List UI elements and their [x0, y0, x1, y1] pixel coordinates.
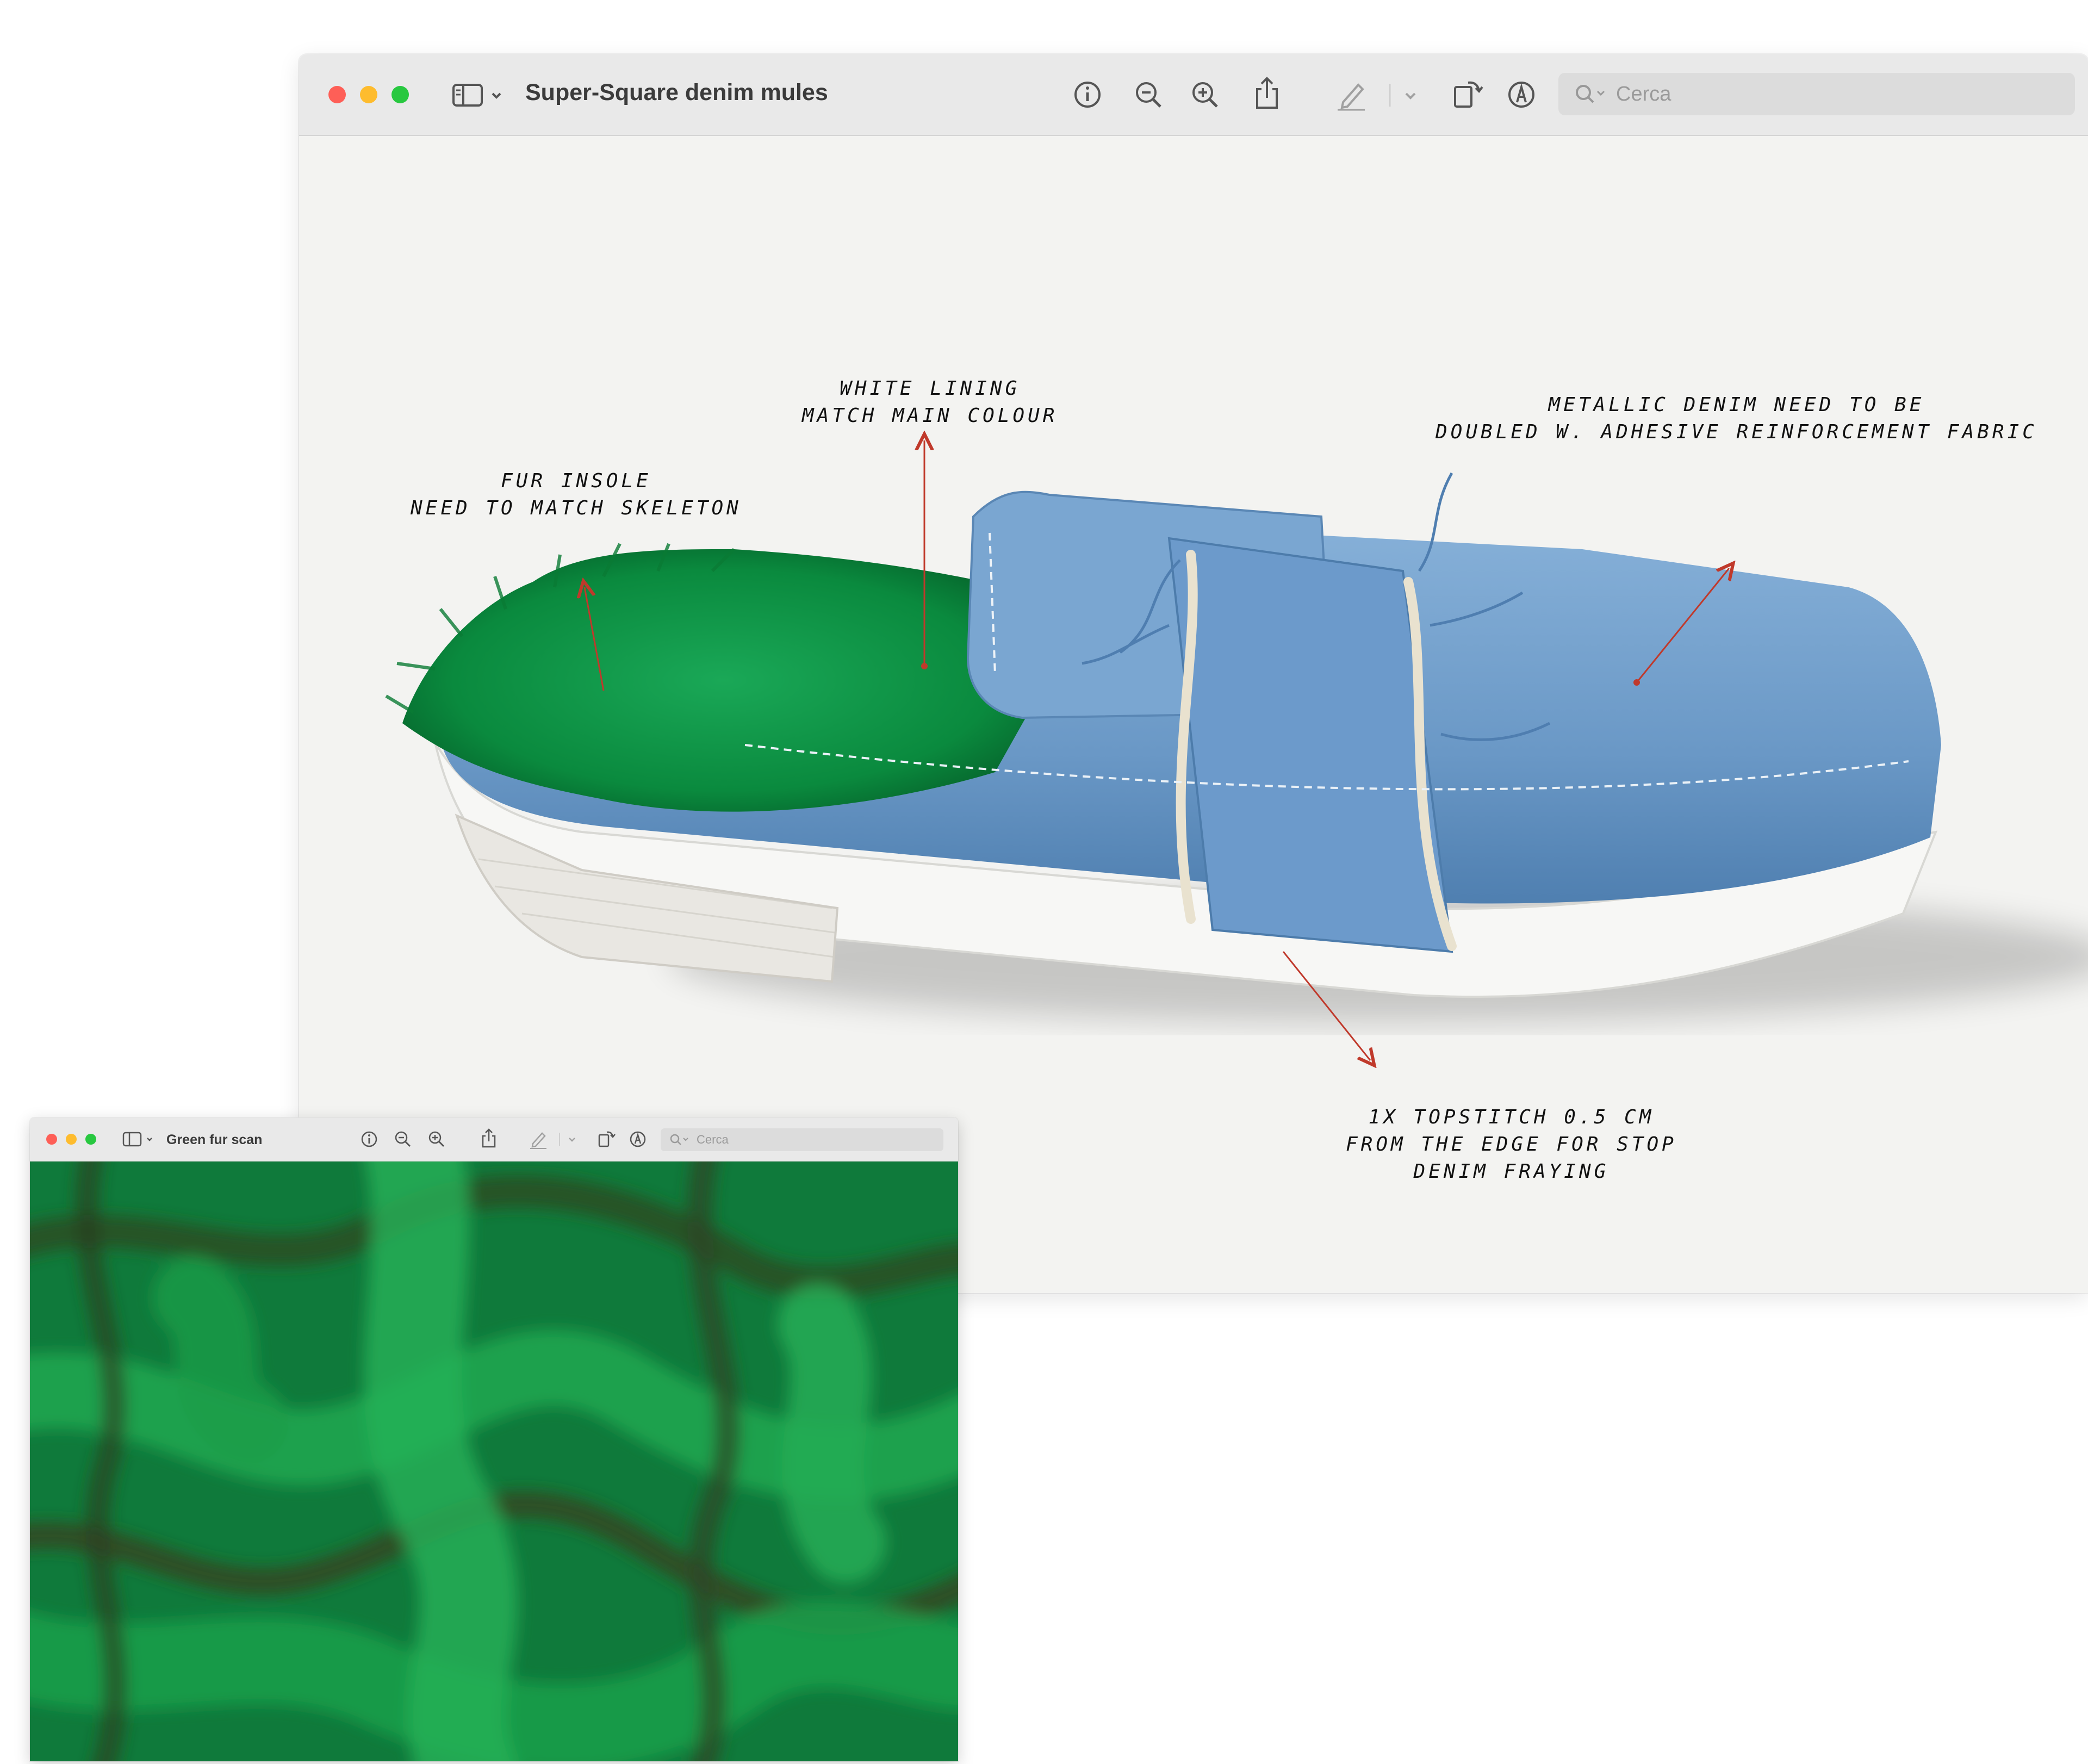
close-button[interactable]	[46, 1134, 57, 1145]
chevron-down-icon	[559, 1133, 575, 1146]
pencil-icon	[1338, 83, 1365, 111]
zoom-out-button[interactable]	[1132, 78, 1165, 111]
search-field[interactable]: Cerca	[661, 1128, 943, 1151]
search-icon	[1576, 85, 1605, 103]
share-button[interactable]	[479, 1127, 499, 1149]
zoom-out-icon	[395, 1131, 411, 1147]
annotation-metallic-denim: METALLIC DENIM NEED TO BE DOUBLED W. ADH…	[1435, 394, 2037, 443]
chevron-down-icon	[147, 1138, 152, 1141]
minimize-button[interactable]	[360, 86, 377, 103]
zoom-window-button[interactable]	[85, 1134, 96, 1145]
fur-scan-image	[30, 1161, 958, 1761]
green-fur-texture	[30, 1161, 958, 1761]
main-titlebar: Super-Square denim mules Cerca	[299, 54, 2088, 136]
annotate-button[interactable]	[628, 1129, 648, 1149]
zoom-in-icon	[428, 1131, 445, 1147]
annotate-button[interactable]	[1505, 78, 1538, 111]
rotate-icon	[598, 1131, 616, 1147]
chevron-down-icon	[1389, 84, 1416, 107]
zoom-window-button[interactable]	[391, 86, 409, 103]
zoom-out-button[interactable]	[393, 1129, 413, 1149]
search-placeholder: Cerca	[1616, 82, 1671, 105]
info-icon	[1074, 82, 1101, 108]
sidebar-icon	[452, 84, 501, 107]
markup-menu-button[interactable]	[557, 1129, 582, 1149]
info-icon	[361, 1131, 377, 1147]
annotation-white-lining: WHITE LINING MATCH MAIN COLOUR	[802, 377, 1058, 427]
rotate-icon	[1454, 81, 1483, 108]
zoom-out-icon	[1136, 82, 1161, 108]
markup-button[interactable]	[527, 1129, 549, 1149]
rotate-button[interactable]	[595, 1127, 617, 1149]
window-title: Super-Square denim mules	[525, 79, 828, 105]
sidebar-icon	[122, 1132, 152, 1147]
minimize-button[interactable]	[66, 1134, 77, 1145]
annotate-icon	[630, 1131, 646, 1147]
markup-menu-button[interactable]	[1387, 78, 1430, 111]
sidebar-toggle-button[interactable]	[450, 78, 510, 111]
pencil-icon	[530, 1132, 546, 1149]
main-preview-window: Super-Square denim mules Cerca WHITE LIN…	[299, 54, 2088, 1293]
info-button[interactable]	[359, 1129, 379, 1149]
zoom-in-icon	[1192, 82, 1218, 108]
fur-scan-titlebar: Green fur scan Cerca	[30, 1117, 958, 1161]
annotate-icon	[1508, 82, 1534, 108]
chevron-down-icon	[492, 92, 501, 99]
sidebar-toggle-button[interactable]	[121, 1129, 159, 1149]
share-icon	[1256, 77, 1278, 109]
search-icon	[670, 1134, 688, 1145]
markup-button[interactable]	[1332, 78, 1370, 111]
fur-scan-window: Green fur scan Cerca	[30, 1117, 958, 1761]
zoom-in-button[interactable]	[427, 1129, 446, 1149]
annotation-topstitch: 1X TOPSTITCH 0.5 CM FROM THE EDGE FOR ST…	[1346, 1106, 1677, 1183]
share-button[interactable]	[1251, 75, 1283, 111]
search-placeholder: Cerca	[697, 1133, 729, 1146]
rotate-button[interactable]	[1449, 75, 1487, 111]
window-title: Green fur scan	[166, 1132, 263, 1147]
zoom-in-button[interactable]	[1189, 78, 1221, 111]
annotation-fur-insole: FUR INSOLE NEED TO MATCH SKELETON	[411, 470, 742, 519]
info-button[interactable]	[1071, 78, 1104, 111]
close-button[interactable]	[328, 86, 346, 103]
search-field[interactable]: Cerca	[1558, 73, 2075, 115]
share-icon	[482, 1128, 496, 1148]
